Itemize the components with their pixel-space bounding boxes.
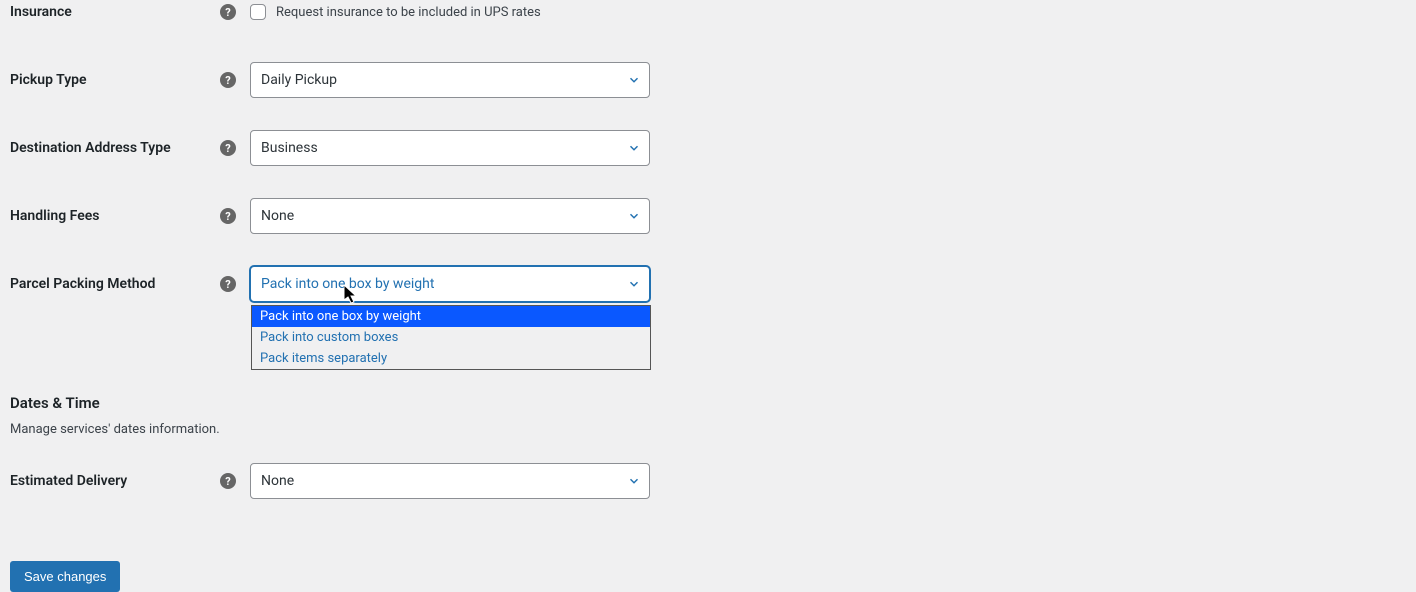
estimated-delivery-label: Estimated Delivery — [10, 473, 220, 489]
insurance-label: Insurance — [10, 4, 220, 20]
parcel-packing-option[interactable]: Pack items separately — [252, 348, 650, 369]
handling-fees-select[interactable]: None — [250, 198, 650, 234]
pickup-type-select[interactable]: Daily Pickup — [250, 62, 650, 98]
destination-address-type-value: Business — [261, 140, 318, 156]
chevron-down-icon — [627, 73, 641, 87]
dates-time-heading: Dates & Time — [10, 394, 1406, 412]
save-changes-button[interactable]: Save changes — [10, 561, 120, 592]
parcel-packing-select[interactable]: Pack into one box by weight Pack into on… — [250, 266, 650, 302]
destination-address-type-label: Destination Address Type — [10, 140, 220, 156]
parcel-packing-option[interactable]: Pack into custom boxes — [252, 327, 650, 348]
estimated-delivery-select[interactable]: None — [250, 463, 650, 499]
parcel-packing-option[interactable]: Pack into one box by weight — [252, 306, 650, 327]
chevron-down-icon — [627, 474, 641, 488]
help-icon[interactable]: ? — [220, 473, 236, 489]
handling-fees-label: Handling Fees — [10, 208, 220, 224]
destination-address-type-select[interactable]: Business — [250, 130, 650, 166]
parcel-packing-value: Pack into one box by weight — [261, 276, 434, 292]
pickup-type-value: Daily Pickup — [261, 72, 337, 88]
parcel-packing-dropdown: Pack into one box by weight Pack into cu… — [251, 305, 651, 370]
help-icon[interactable]: ? — [220, 208, 236, 224]
help-icon[interactable]: ? — [220, 140, 236, 156]
chevron-down-icon — [627, 141, 641, 155]
chevron-down-icon — [627, 209, 641, 223]
chevron-down-icon — [627, 277, 641, 291]
help-icon[interactable]: ? — [220, 4, 236, 20]
estimated-delivery-value: None — [261, 473, 294, 489]
insurance-checkbox[interactable] — [250, 4, 266, 20]
pickup-type-label: Pickup Type — [10, 72, 220, 88]
parcel-packing-label: Parcel Packing Method — [10, 276, 220, 292]
dates-time-desc: Manage services' dates information. — [10, 422, 1406, 437]
insurance-checkbox-label: Request insurance to be included in UPS … — [276, 5, 541, 20]
help-icon[interactable]: ? — [220, 276, 236, 292]
help-icon[interactable]: ? — [220, 72, 236, 88]
handling-fees-value: None — [261, 208, 294, 224]
